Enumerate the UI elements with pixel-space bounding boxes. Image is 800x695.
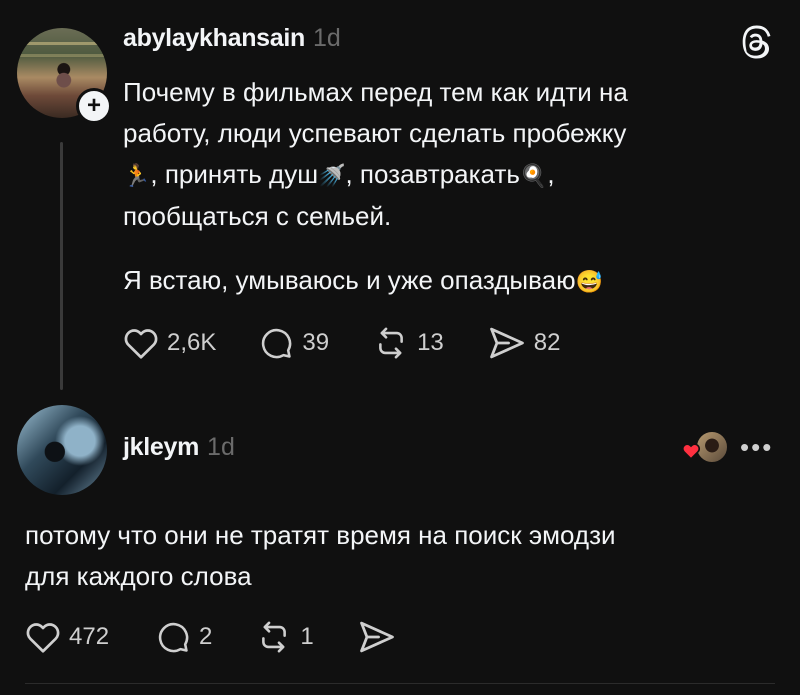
comment-icon <box>262 328 292 359</box>
post-line: Почему в фильмах перед тем как идти на <box>123 77 628 107</box>
comment-count: 39 <box>302 329 330 356</box>
post-line: Я встаю, умываюсь и уже опаздываю😅 <box>123 260 763 302</box>
reply-line: для каждого слова <box>25 561 252 591</box>
like-button[interactable]: 472 <box>25 620 109 654</box>
comment-count: 2 <box>199 623 213 650</box>
share-icon <box>359 621 394 653</box>
post-line: 🏃, принять душ🚿, позавтракать🍳, <box>123 154 763 196</box>
share-button[interactable]: 82 <box>488 326 561 360</box>
repost-count: 1 <box>300 623 314 650</box>
liked-by-author-indicator <box>681 428 729 464</box>
post-line: работу, люди успевают сделать пробежку <box>123 118 627 148</box>
sweat-smile-emoji: 😅 <box>575 269 603 294</box>
reply-header: jkleym 1d <box>123 433 235 462</box>
post-username[interactable]: abylaykhansain <box>123 24 305 52</box>
reply-actions: 472 2 1 <box>25 620 396 654</box>
avatar[interactable] <box>17 405 107 495</box>
post-text-fragment: Я встаю, умываюсь и уже опаздываю <box>123 265 576 295</box>
post-text-fragment: , принять душ <box>150 159 319 189</box>
repost-button[interactable]: 1 <box>256 620 314 654</box>
post-text-fragment: , <box>547 159 555 189</box>
share-button[interactable] <box>358 620 396 654</box>
repost-icon <box>262 621 287 653</box>
repost-button[interactable]: 13 <box>373 326 444 360</box>
repost-count: 13 <box>417 329 444 356</box>
heart-icon <box>124 329 158 359</box>
breakfast-emoji: 🍳 <box>519 163 548 188</box>
share-count: 82 <box>533 329 561 356</box>
reply-line: потому что они не тратят время на поиск … <box>25 520 616 550</box>
shower-emoji: 🚿 <box>318 163 346 188</box>
post-line: пообщаться с семьей. <box>123 201 392 231</box>
reply-time: 1d <box>207 433 235 461</box>
post-body: Почему в фильмах перед тем как идти на р… <box>123 72 763 302</box>
heart-icon <box>681 443 701 460</box>
divider <box>25 683 775 684</box>
post-header: abylaykhansain 1d <box>123 24 341 53</box>
more-options-icon[interactable]: ••• <box>740 432 773 463</box>
threads-logo-icon[interactable] <box>737 24 773 60</box>
comment-icon <box>158 622 189 653</box>
reply-username[interactable]: jkleym <box>123 433 199 461</box>
post-actions: 2,6K 39 13 82 <box>123 326 560 360</box>
like-button[interactable]: 2,6K <box>123 326 216 360</box>
thread-connector-line <box>60 142 63 390</box>
post-time: 1d <box>313 24 341 52</box>
repost-icon <box>379 327 403 359</box>
running-emoji: 🏃 <box>123 163 151 188</box>
share-icon <box>489 327 524 359</box>
post-text-fragment: , позавтракать <box>345 159 520 189</box>
reply-body: потому что они не тратят время на поиск … <box>25 515 785 597</box>
comment-button[interactable]: 2 <box>155 620 212 654</box>
follow-plus-icon[interactable]: + <box>76 88 112 124</box>
heart-icon <box>26 623 60 653</box>
comment-button[interactable]: 39 <box>258 326 329 360</box>
like-count: 472 <box>69 623 110 650</box>
like-count: 2,6K <box>167 329 217 356</box>
